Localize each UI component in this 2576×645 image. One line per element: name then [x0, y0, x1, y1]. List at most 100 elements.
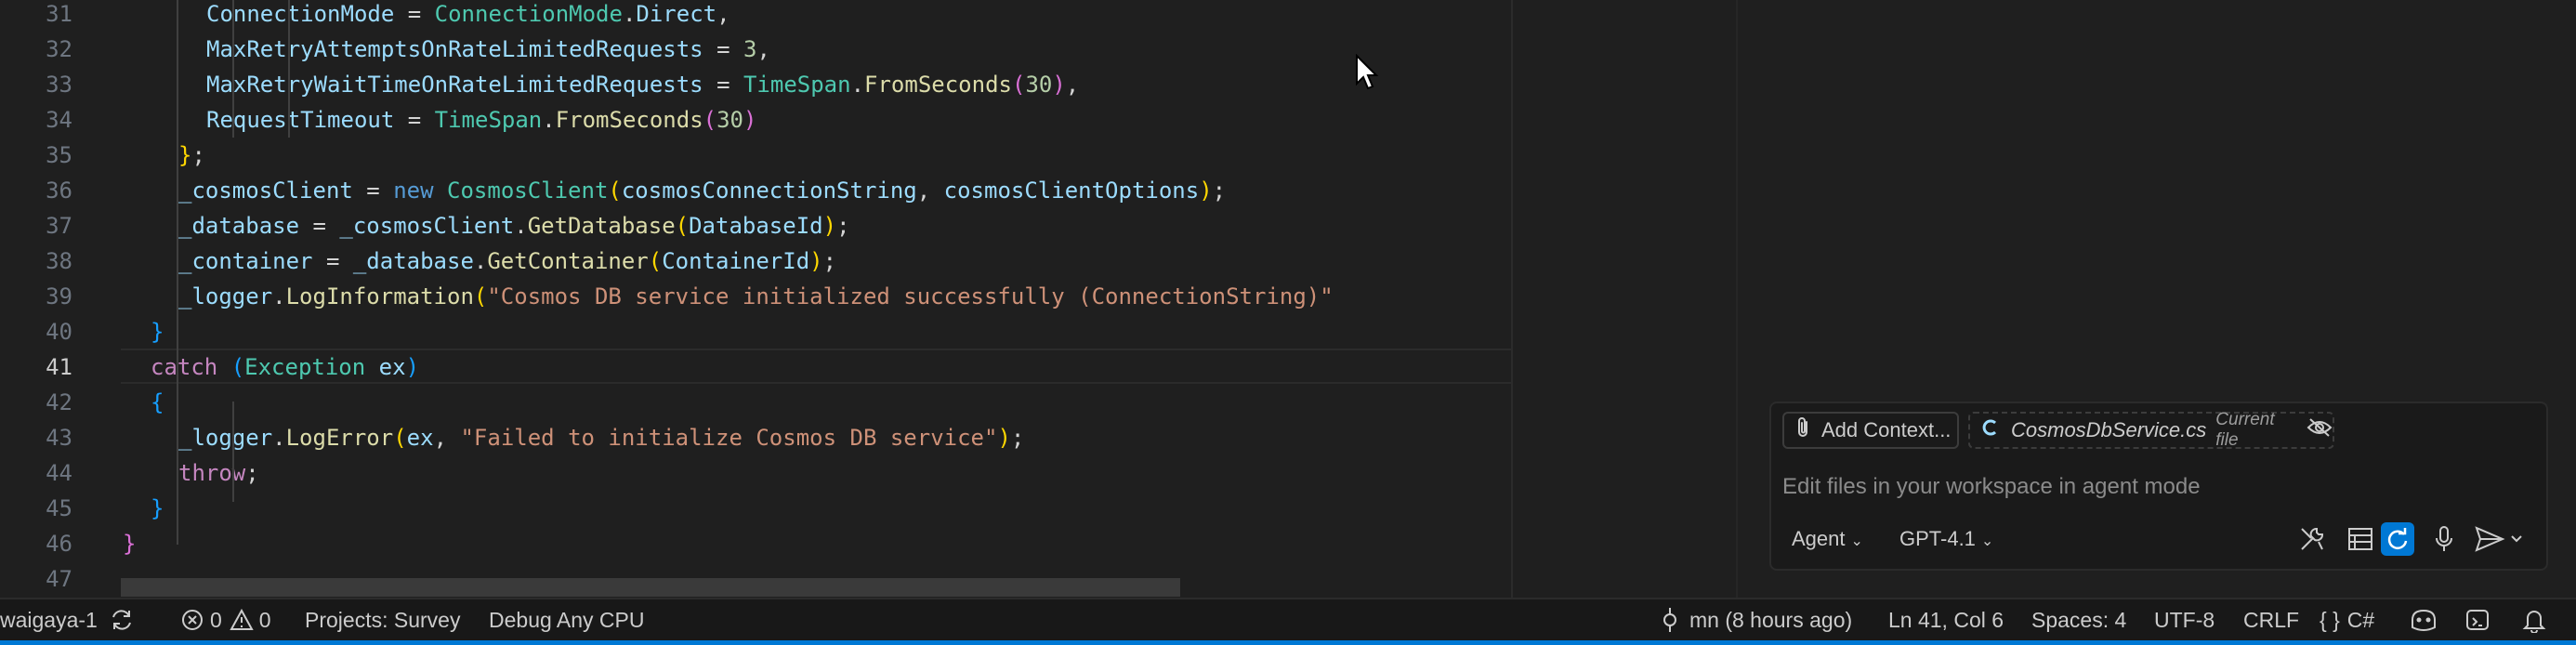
code-token: cosmosClientOptions [943, 178, 1200, 204]
debug-config-status[interactable]: Debug Any CPU [489, 599, 644, 640]
code-token: ( [473, 283, 488, 309]
git-commit-icon [1660, 606, 1680, 634]
line-number: 46 [46, 531, 72, 557]
code-token: "Failed to initialize Cosmos DB service" [460, 425, 998, 451]
model-picker[interactable]: GPT-4.1 ⌄ [1899, 522, 1993, 556]
code-token: Exception [244, 354, 366, 380]
add-context-button[interactable]: Add Context... [1782, 412, 1959, 449]
code-line[interactable]: } [123, 526, 136, 561]
code-token: . [272, 283, 286, 309]
code-token: . [514, 213, 528, 239]
line-number: 32 [46, 36, 72, 62]
line-number: 45 [46, 495, 72, 521]
cursor-position-status[interactable]: Ln 41, Col 6 [1888, 599, 2004, 640]
mode-picker[interactable]: Agent ⌄ [1792, 522, 1863, 556]
refresh-icon[interactable] [2381, 522, 2414, 556]
code-line[interactable]: catch (Exception ex) [151, 349, 419, 385]
code-line[interactable]: ConnectionMode = ConnectionMode.Direct, [206, 0, 730, 32]
editor-divider [1511, 0, 1513, 598]
code-line[interactable]: MaxRetryWaitTimeOnRateLimitedRequests = … [206, 67, 1079, 102]
code-token: ( [393, 425, 407, 451]
code-token: ( [1011, 72, 1026, 98]
paperclip-icon [1795, 416, 1812, 444]
git-blame-status[interactable]: mn (8 hours ago) [1660, 599, 1852, 640]
code-editor[interactable]: 31 32 33 34 35 36 37 38 39 40 41 42 43 44 45 46 47 Conne… [0, 0, 1513, 598]
code-token: ) [809, 248, 823, 274]
line-number: 38 [46, 248, 72, 274]
code-token: } [151, 319, 164, 345]
code-token: = [703, 72, 743, 98]
code-token: } [178, 142, 192, 168]
tools-icon[interactable] [2295, 522, 2329, 556]
mic-icon[interactable] [2427, 522, 2461, 556]
code-line[interactable]: throw; [178, 455, 259, 491]
code-token: ContainerId [662, 248, 810, 274]
code-token: , [916, 178, 944, 204]
send-icon[interactable] [2474, 522, 2528, 556]
code-token: ; [1212, 178, 1227, 204]
code-line[interactable]: _container = _database.GetContainer(Cont… [178, 244, 836, 279]
eol-status[interactable]: CRLF [2243, 599, 2299, 640]
branch-status[interactable]: waigaya-1 [0, 599, 135, 640]
error-count: 0 [210, 608, 222, 632]
eye-off-icon[interactable] [2307, 416, 2333, 444]
code-token: = [352, 178, 394, 204]
code-token: ( [648, 248, 663, 274]
status-accent-strip [0, 640, 2576, 645]
code-token: ) [405, 354, 420, 380]
keyboard-icon[interactable] [2344, 522, 2377, 556]
code-token: . [850, 72, 865, 98]
projects-status[interactable]: Projects: Survey [305, 599, 460, 640]
code-line[interactable]: _cosmosClient = new CosmosClient(cosmosC… [178, 173, 1226, 208]
code-token: _logger [178, 425, 273, 451]
code-line[interactable]: } [151, 491, 164, 526]
feedback-icon[interactable] [2464, 599, 2491, 640]
bell-icon[interactable] [2522, 599, 2546, 640]
problems-status[interactable]: 0 0 [180, 599, 271, 640]
code-token: GetContainer [487, 248, 649, 274]
line-number: 37 [46, 213, 72, 239]
code-token: ; [191, 142, 205, 168]
csharp-file-icon [1981, 418, 2000, 442]
code-token: ( [608, 178, 622, 204]
code-token: DatabaseId [689, 213, 823, 239]
copilot-icon[interactable] [2409, 599, 2438, 640]
code-line[interactable]: } [151, 314, 164, 349]
warning-icon [230, 609, 254, 631]
chat-prompt-input[interactable]: Edit files in your workspace in agent mo… [1782, 470, 2526, 504]
code-token: ( [675, 213, 690, 239]
code-line[interactable]: _logger.LogInformation("Cosmos DB servic… [178, 279, 1334, 314]
code-line[interactable]: _logger.LogError(ex, "Failed to initiali… [178, 420, 1024, 455]
code-line[interactable]: MaxRetryAttemptsOnRateLimitedRequests = … [206, 32, 770, 67]
code-token: FromSeconds [864, 72, 1012, 98]
code-line[interactable]: { [151, 385, 164, 420]
current-file-chip[interactable]: CosmosDbService.cs Current file [1968, 410, 2334, 450]
indentation-status[interactable]: Spaces: 4 [2031, 599, 2126, 640]
code-token: TimeSpan [434, 107, 543, 133]
code-token: ) [1052, 72, 1066, 98]
code-token: { [151, 389, 164, 415]
code-token: Direct [636, 1, 717, 27]
code-token: _database [178, 213, 300, 239]
code-line[interactable]: }; [178, 138, 205, 173]
indent-guide [288, 0, 290, 138]
code-token: = [394, 1, 435, 27]
code-token: FromSeconds [555, 107, 703, 133]
indent-guide [232, 0, 234, 138]
code-token: _database [352, 248, 474, 274]
git-blame-text: mn (8 hours ago) [1689, 608, 1853, 632]
code-token: GetDatabase [527, 213, 676, 239]
horizontal-scrollbar[interactable] [121, 578, 1180, 597]
code-token: new [393, 178, 434, 204]
language-status[interactable]: { } C# [2320, 599, 2374, 640]
code-token: 3 [743, 36, 757, 62]
line-number: 39 [46, 283, 72, 309]
model-label: GPT-4.1 [1899, 527, 1976, 550]
code-token: ; [245, 460, 259, 486]
sync-icon[interactable] [109, 607, 135, 633]
line-number: 35 [46, 142, 72, 168]
code-line[interactable]: _database = _cosmosClient.GetDatabase(Da… [178, 208, 850, 244]
current-file-name: CosmosDbService.cs [2011, 418, 2207, 441]
encoding-status[interactable]: UTF-8 [2154, 599, 2215, 640]
code-token: MaxRetryAttemptsOnRateLimitedRequests [206, 36, 703, 62]
